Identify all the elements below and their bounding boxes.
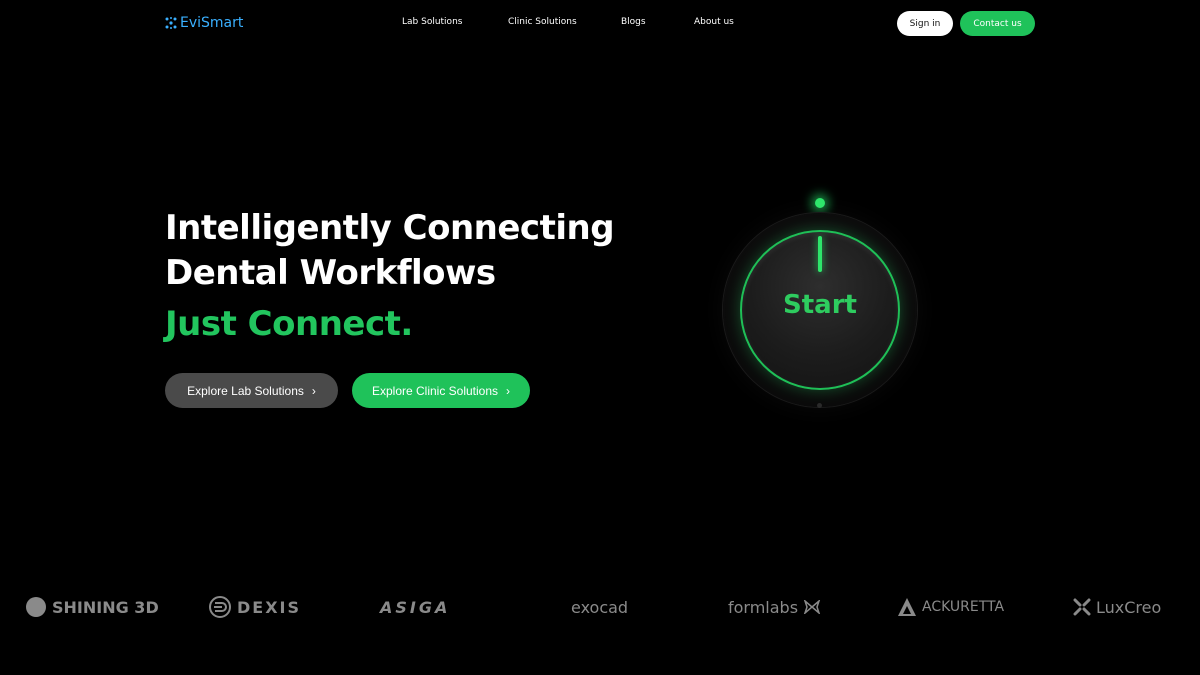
partner-name: exocad bbox=[571, 597, 629, 617]
explore-lab-solutions-button[interactable]: Explore Lab Solutions › bbox=[165, 373, 338, 408]
nav-link-lab-solutions[interactable]: Lab Solutions bbox=[402, 17, 462, 27]
butterfly-icon bbox=[803, 600, 821, 614]
hero-title-line-1: Intelligently Connecting bbox=[165, 208, 615, 248]
partner-formlabs: formlabs bbox=[728, 592, 821, 622]
knob-indicator bbox=[818, 236, 822, 272]
triangle-logo-icon bbox=[898, 598, 916, 616]
snowflake-icon bbox=[165, 17, 177, 29]
hero-title-line-2: Dental Workflows bbox=[165, 253, 496, 293]
knob-status-light bbox=[815, 198, 825, 208]
x-logo-icon bbox=[1073, 598, 1091, 616]
partner-dexis: DEXIS bbox=[208, 592, 301, 622]
start-knob[interactable]: Start bbox=[720, 190, 920, 415]
nav-link-blogs[interactable]: Blogs bbox=[621, 17, 646, 27]
partner-logos: SHINING 3D DEXIS ASIGA exocad formlabs A… bbox=[0, 592, 1200, 622]
sign-in-button[interactable]: Sign in bbox=[897, 11, 953, 36]
hero-title: Intelligently Connecting Dental Workflow… bbox=[165, 206, 615, 296]
explore-clinic-solutions-button[interactable]: Explore Clinic Solutions › bbox=[352, 373, 530, 408]
dexis-logo-icon bbox=[209, 596, 231, 618]
partner-luxcreo: LuxCreo bbox=[1073, 592, 1161, 622]
partner-name: DEXIS bbox=[237, 597, 302, 617]
partner-exocad: exocad bbox=[571, 592, 628, 622]
partner-name: LuxCreo bbox=[1096, 597, 1162, 617]
chevron-right-icon: › bbox=[506, 383, 511, 398]
top-navigation: EviSmart Lab Solutions Clinic Solutions … bbox=[0, 0, 1200, 48]
chevron-right-icon: › bbox=[311, 383, 316, 398]
contact-us-button[interactable]: Contact us bbox=[960, 11, 1035, 36]
explore-clinic-label: Explore Clinic Solutions bbox=[371, 383, 499, 398]
hero-tagline: Just Connect. bbox=[165, 304, 413, 344]
partner-name: ACKURETTA bbox=[922, 599, 1005, 615]
explore-lab-label: Explore Lab Solutions bbox=[187, 383, 304, 398]
nav-link-clinic-solutions[interactable]: Clinic Solutions bbox=[508, 17, 577, 27]
brand-logo[interactable]: EviSmart bbox=[165, 15, 243, 31]
circle-logo-icon bbox=[26, 597, 46, 617]
brand-name: EviSmart bbox=[180, 15, 244, 31]
partner-name: ASIGA bbox=[380, 597, 451, 617]
partner-asiga: ASIGA bbox=[380, 592, 450, 622]
knob-bottom-marker bbox=[817, 403, 822, 408]
partner-name: formlabs bbox=[728, 597, 799, 617]
partner-shining-3d: SHINING 3D bbox=[25, 592, 159, 622]
start-label: Start bbox=[783, 290, 857, 320]
partner-ackuretta: ACKURETTA bbox=[897, 592, 1004, 622]
nav-link-about-us[interactable]: About us bbox=[694, 17, 734, 27]
partner-name: SHINING 3D bbox=[52, 597, 159, 617]
